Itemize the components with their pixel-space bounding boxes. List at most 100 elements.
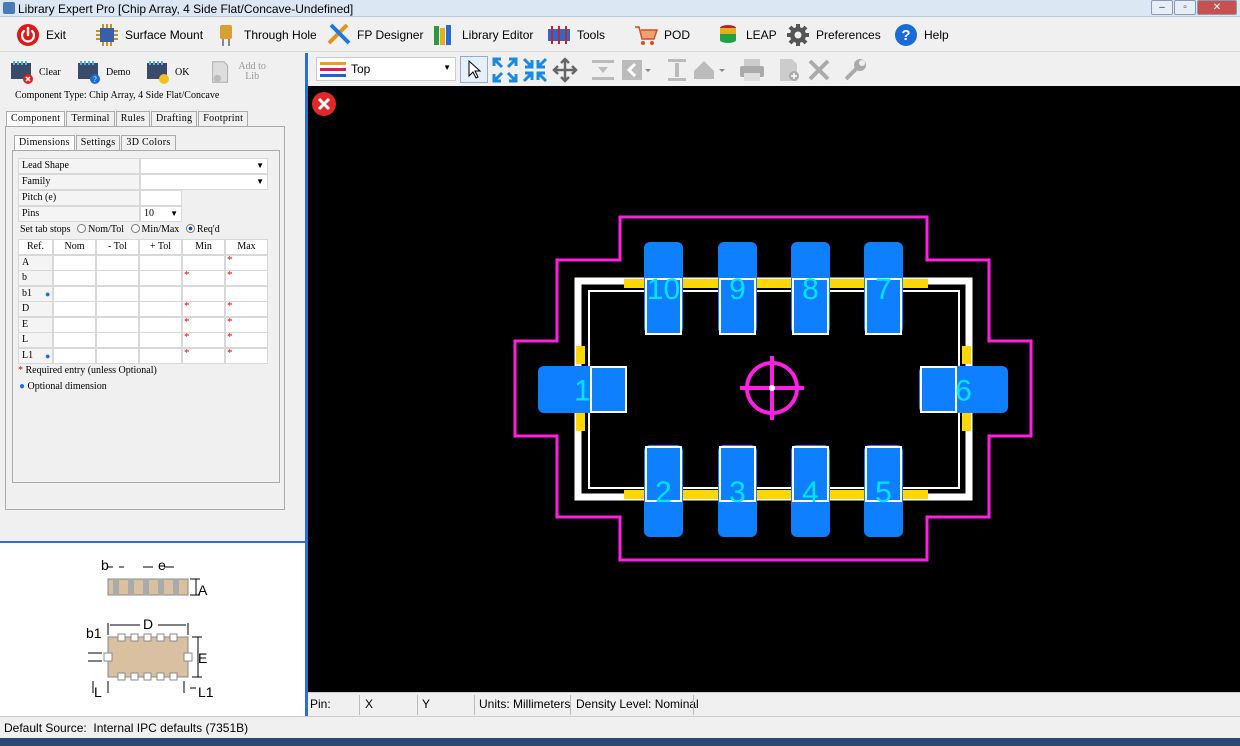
leap-button[interactable]: LEAP bbox=[716, 21, 777, 48]
dim-cell-b1-minus-tol[interactable] bbox=[96, 285, 139, 302]
dim-cell-l1-minus-tol[interactable] bbox=[96, 347, 139, 364]
help-button[interactable]: ? Help bbox=[894, 21, 949, 48]
pad-2[interactable]: 2 bbox=[644, 445, 683, 537]
demo-icon: ? bbox=[78, 61, 100, 84]
dim-cell-d-nom[interactable] bbox=[53, 301, 96, 317]
dim-cell-l-minus-tol[interactable] bbox=[96, 332, 139, 348]
print-icon[interactable] bbox=[738, 57, 766, 83]
row-label-e: E bbox=[18, 316, 53, 333]
dim-cell-l1-max[interactable]: * bbox=[225, 347, 268, 364]
zoom-fit-icon[interactable] bbox=[522, 57, 548, 83]
dim-cell-b1-plus-tol[interactable] bbox=[139, 285, 182, 302]
required-marker: * bbox=[227, 331, 233, 343]
required-marker: * bbox=[184, 300, 190, 312]
dim-cell-a-minus-tol[interactable] bbox=[96, 254, 139, 271]
dim-cell-d-minus-tol[interactable] bbox=[96, 301, 139, 317]
dim-cell-a-plus-tol[interactable] bbox=[139, 254, 182, 271]
dim-cell-b1-nom[interactable] bbox=[53, 285, 96, 302]
pad-9[interactable]: 9 bbox=[718, 242, 757, 335]
footprint-canvas[interactable]: 10 9 8 7 2 3 4 5 1 6 bbox=[308, 86, 1240, 692]
required-legend: * Required entry (unless Optional) bbox=[18, 365, 157, 376]
surface-mount-button[interactable]: Surface Mount bbox=[95, 21, 203, 48]
minimize-button[interactable]: – bbox=[1151, 0, 1173, 15]
maximize-button[interactable]: ▫ bbox=[1174, 0, 1196, 15]
layer-select[interactable]: Top ▼ bbox=[316, 57, 456, 81]
exit-button[interactable]: Exit bbox=[16, 21, 66, 48]
dim-cell-e-nom[interactable] bbox=[53, 316, 96, 333]
pad-3[interactable]: 3 bbox=[718, 445, 757, 537]
pitch-input[interactable] bbox=[140, 190, 182, 206]
dim-cell-b-max[interactable]: * bbox=[225, 269, 268, 286]
shape-icon[interactable] bbox=[692, 57, 728, 83]
align-icon[interactable] bbox=[590, 57, 616, 83]
dim-cell-b-minus-tol[interactable] bbox=[96, 270, 139, 286]
nom-tol-radio[interactable] bbox=[77, 224, 87, 233]
pad-4[interactable]: 4 bbox=[791, 445, 830, 537]
chevron-down-icon: ▼ bbox=[443, 63, 451, 72]
pad-8[interactable]: 8 bbox=[791, 242, 830, 335]
pan-icon[interactable] bbox=[552, 57, 578, 83]
pad-number: 10 bbox=[647, 273, 680, 306]
column-header-min: Min bbox=[182, 239, 225, 255]
required-marker: * bbox=[227, 253, 233, 266]
dim-cell-b-min[interactable]: * bbox=[182, 269, 225, 286]
dim-cell-b-nom[interactable] bbox=[53, 270, 96, 286]
window-title: Library Expert Pro [Chip Array, 4 Side F… bbox=[18, 2, 354, 16]
back-icon[interactable] bbox=[620, 57, 652, 83]
wrench-icon[interactable] bbox=[842, 57, 868, 83]
books-icon bbox=[434, 24, 451, 45]
tab-3d-colors[interactable]: 3D Colors bbox=[121, 135, 176, 150]
tab-dimensions[interactable]: Dimensions bbox=[14, 135, 75, 150]
dim-cell-e-minus-tol[interactable] bbox=[96, 316, 139, 333]
zoom-extents-icon[interactable] bbox=[492, 57, 518, 83]
pod-button[interactable]: POD bbox=[634, 21, 690, 48]
dim-cell-b-plus-tol[interactable] bbox=[139, 270, 182, 286]
lead-shape-select[interactable]: ▼ bbox=[140, 158, 268, 174]
pins-select[interactable]: 10 ▼ bbox=[140, 206, 182, 222]
preferences-button[interactable]: Preferences bbox=[786, 21, 881, 48]
distribute-icon[interactable] bbox=[664, 57, 690, 83]
dim-cell-l1-nom[interactable] bbox=[53, 347, 96, 364]
fp-designer-button[interactable]: FP Designer bbox=[327, 21, 423, 48]
min-max-radio[interactable] bbox=[130, 224, 140, 233]
pad-1[interactable]: 1 bbox=[538, 366, 627, 413]
pad-10[interactable]: 10 bbox=[644, 242, 683, 335]
delete-tools-icon[interactable] bbox=[806, 57, 832, 83]
dim-cell-l1-min[interactable]: * bbox=[182, 347, 225, 364]
tools-button[interactable]: Tools bbox=[547, 21, 605, 48]
dim-cell-d-plus-tol[interactable] bbox=[139, 301, 182, 317]
pad-5[interactable]: 5 bbox=[864, 445, 903, 537]
tab-rules[interactable]: Rules bbox=[115, 111, 151, 126]
app-icon bbox=[3, 2, 15, 14]
ok-button[interactable]: OK bbox=[145, 57, 189, 87]
add-to-lib-button[interactable]: Add to Lib bbox=[208, 57, 268, 87]
tab-terminal[interactable]: Terminal bbox=[66, 111, 115, 126]
dim-cell-l-plus-tol[interactable] bbox=[139, 332, 182, 348]
dim-cell-l1-plus-tol[interactable] bbox=[139, 347, 182, 364]
library-editor-button[interactable]: Library Editor bbox=[432, 21, 533, 48]
pad-number: 6 bbox=[955, 375, 972, 408]
select-tool-button[interactable] bbox=[460, 56, 488, 83]
tab-footprint[interactable]: Footprint bbox=[198, 111, 249, 126]
tools-icon bbox=[548, 25, 570, 44]
dim-cell-e-plus-tol[interactable] bbox=[139, 316, 182, 333]
pad-6[interactable]: 6 bbox=[919, 366, 1008, 413]
pad-7[interactable]: 7 bbox=[864, 242, 903, 335]
add-to-lib-icon bbox=[212, 61, 229, 83]
through-hole-button[interactable]: Through Hole bbox=[214, 21, 317, 48]
optional-marker: ● bbox=[45, 288, 51, 299]
tab-component[interactable]: Component bbox=[6, 111, 66, 126]
family-select[interactable]: ▼ bbox=[140, 174, 268, 190]
reqd-radio[interactable] bbox=[185, 224, 195, 233]
dim-cell-a-nom[interactable] bbox=[53, 254, 96, 271]
new-file-icon[interactable] bbox=[776, 57, 802, 83]
dim-cell-l-nom[interactable] bbox=[53, 332, 96, 348]
clear-button[interactable]: Clear bbox=[9, 57, 61, 87]
database-icon bbox=[720, 24, 736, 43]
tab-drafting[interactable]: Drafting bbox=[151, 111, 198, 126]
close-button[interactable]: ✕ bbox=[1197, 0, 1237, 15]
tab-settings[interactable]: Settings bbox=[75, 135, 121, 150]
row-label-b1: b1 ● bbox=[18, 285, 53, 302]
demo-button[interactable]: ? Demo bbox=[76, 57, 130, 87]
close-canvas-icon[interactable] bbox=[312, 92, 336, 116]
